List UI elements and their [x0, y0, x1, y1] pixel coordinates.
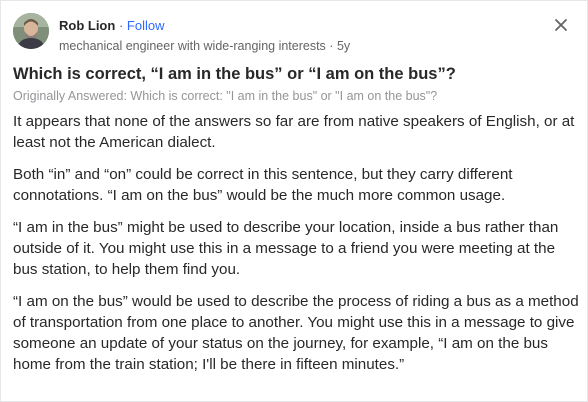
answer-body: It appears that none of the answers so f… [13, 111, 579, 386]
author-name[interactable]: Rob Lion [59, 18, 115, 33]
close-icon[interactable] [553, 17, 569, 33]
avatar[interactable] [13, 13, 49, 49]
question-title[interactable]: Which is correct, “I am in the bus” or “… [13, 64, 456, 84]
answer-paragraph: Both “in” and “on” could be correct in t… [13, 166, 513, 204]
separator: · [329, 39, 334, 53]
answer-card: Rob Lion · Follow mechanical engineer wi… [0, 0, 588, 402]
follow-button[interactable]: Follow [127, 18, 165, 33]
answer-paragraph: “I am in the bus” might be used to descr… [13, 219, 559, 278]
answer-header: Rob Lion · Follow mechanical engineer wi… [13, 11, 575, 55]
credential-text[interactable]: mechanical engineer with wide-ranging in… [59, 39, 326, 53]
author-credential: mechanical engineer with wide-ranging in… [59, 39, 350, 54]
author-line: Rob Lion · Follow [59, 18, 165, 34]
originally-answered[interactable]: Originally Answered: Which is correct: "… [13, 89, 437, 104]
answer-time[interactable]: 5y [337, 39, 350, 53]
answer-paragraph: It appears that none of the answers so f… [13, 113, 575, 151]
separator: · [118, 18, 124, 33]
answer-paragraph: “I am on the bus” would be used to descr… [13, 293, 579, 373]
